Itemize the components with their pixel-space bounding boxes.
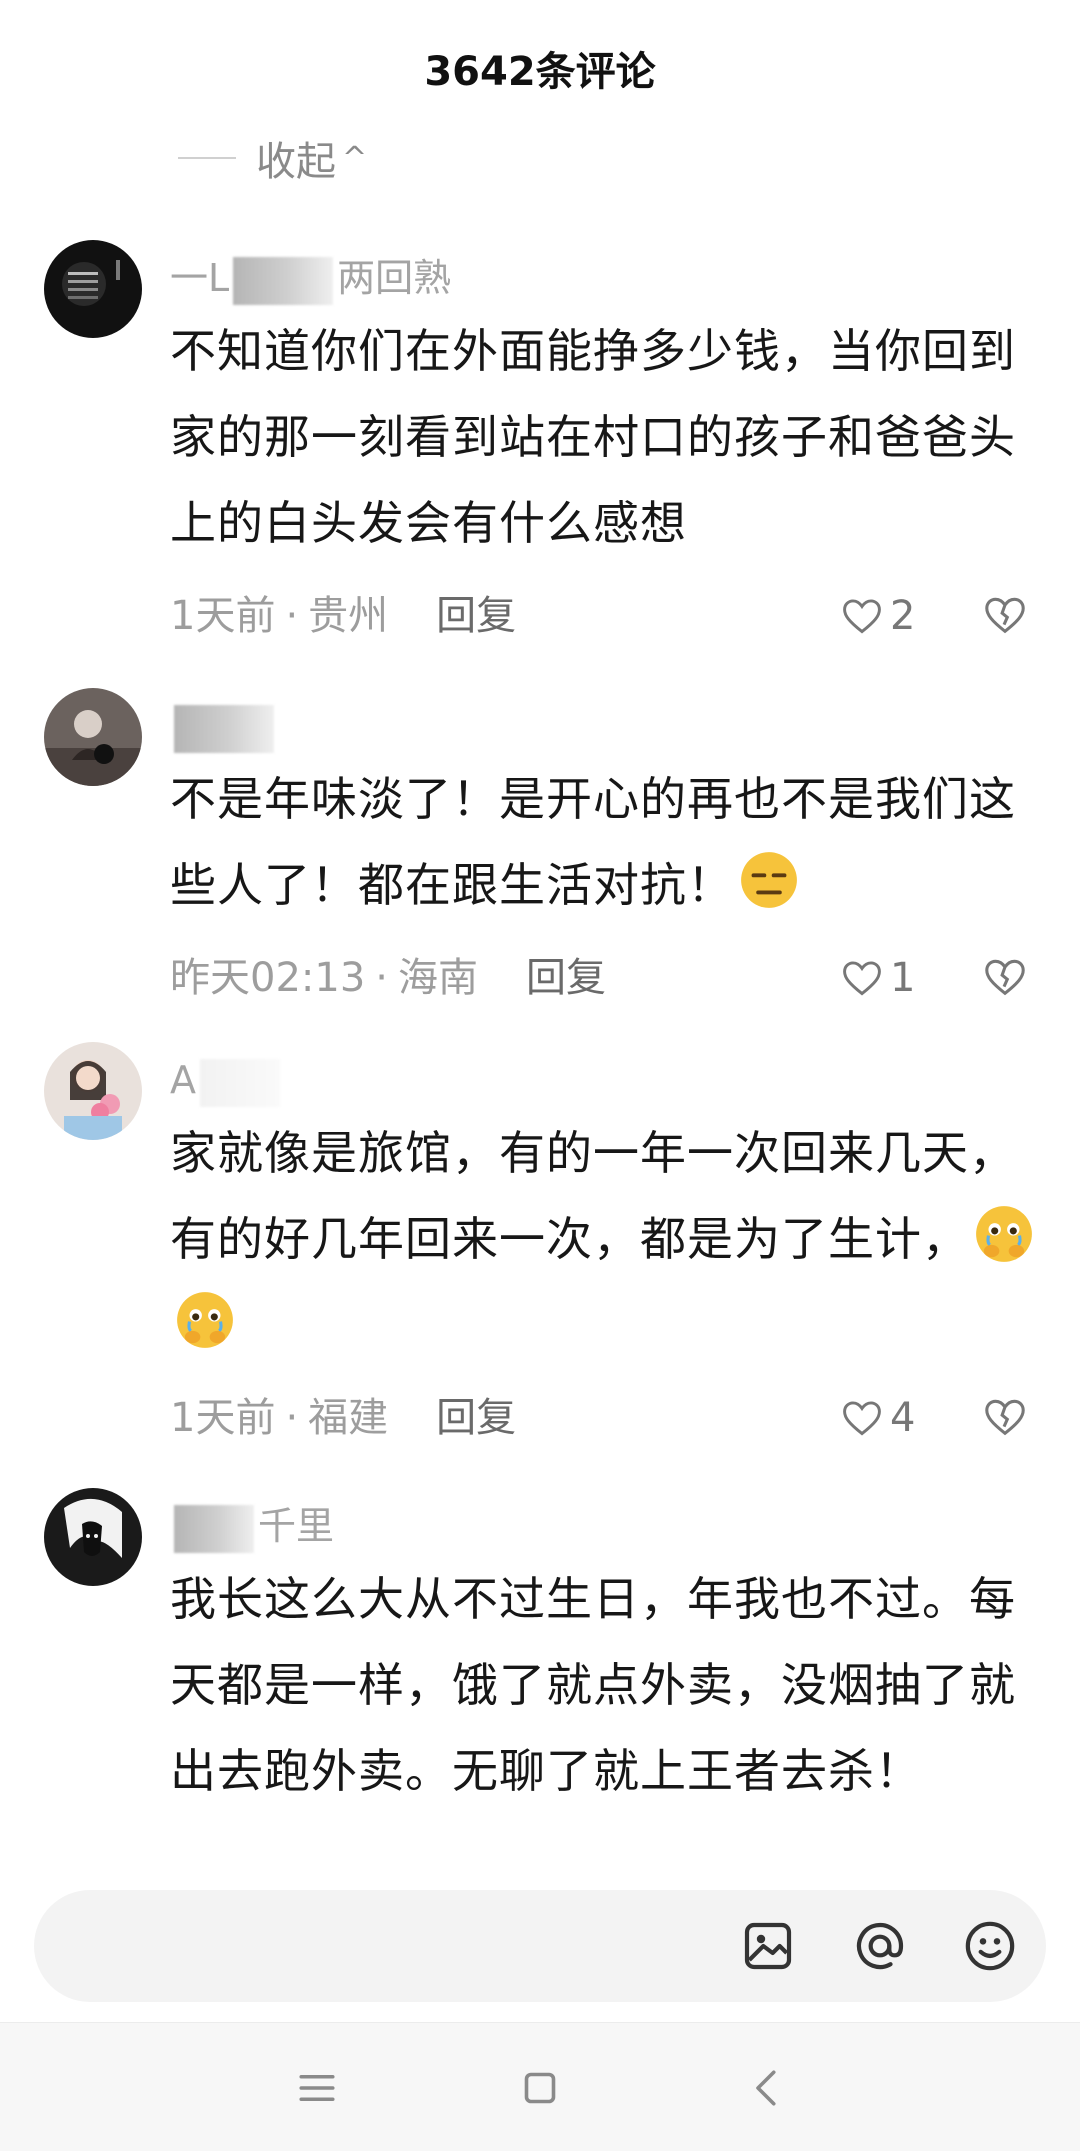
image-icon[interactable] — [740, 1918, 796, 1974]
heart-icon — [843, 961, 881, 996]
broken-heart-icon[interactable] — [982, 954, 1028, 1000]
username[interactable]: A — [170, 1056, 284, 1107]
username[interactable]: 千里 — [170, 1502, 334, 1553]
comments-page: 3642条评论 收起 ^ 一L 两回熟 不知道你们在外面能挣多少钱，当你回到家的那… — [0, 0, 1080, 2151]
scroll-fade — [0, 1840, 1080, 1880]
system-nav-bar — [0, 2022, 1080, 2151]
blurred-username — [174, 704, 274, 753]
comment-meta: 1天前 · 贵州 回复 — [170, 588, 516, 644]
home-icon — [524, 2072, 556, 2104]
unamused-face-emoji — [738, 849, 800, 911]
comment-text: 不是年味淡了！是开心的再也不是我们这些人了！都在跟生活对抗！ — [170, 756, 1040, 928]
like-button[interactable]: 1 — [840, 950, 915, 1006]
avatar[interactable] — [44, 240, 142, 338]
username-prefix: 一L — [170, 256, 230, 300]
reply-button[interactable]: 回复 — [436, 1390, 516, 1446]
comment-text: 家就像是旅馆，有的一年一次回来几天，有的好几年回来一次，都是为了生计， — [170, 1110, 1040, 1368]
comment-location: 海南 — [398, 955, 478, 1001]
comment-text: 不知道你们在外面能挣多少钱，当你回到家的那一刻看到站在村口的孩子和爸爸头上的白头… — [170, 324, 1016, 550]
broken-heart-icon[interactable] — [982, 1394, 1028, 1440]
heart-icon — [843, 1401, 881, 1436]
comment-time: 1天前 — [170, 1395, 276, 1441]
avatar[interactable] — [44, 688, 142, 786]
avatar[interactable] — [44, 1488, 142, 1586]
comment-input-placeholder — [70, 1914, 430, 1976]
home-button[interactable] — [513, 2061, 567, 2115]
like-button[interactable]: 2 — [840, 588, 915, 644]
comment-body: 不是年味淡了！是开心的再也不是我们这些人了！都在跟生活对抗！ — [170, 772, 1016, 912]
blurred-username — [200, 1058, 280, 1107]
username-prefix: A — [170, 1058, 196, 1102]
meta-separator: · — [375, 955, 388, 1001]
reply-button[interactable]: 回复 — [526, 950, 606, 1006]
collapse-label: 收起 — [256, 139, 336, 185]
comment-location: 福建 — [308, 1395, 389, 1441]
back-icon — [756, 2070, 776, 2106]
username[interactable]: 一L 两回熟 — [170, 254, 451, 305]
holding-back-tears-emoji — [174, 1289, 236, 1351]
meta-separator: · — [285, 593, 299, 639]
like-count: 2 — [890, 593, 916, 639]
back-button[interactable] — [740, 2061, 794, 2115]
collapse-replies-button[interactable]: 收起 ^ — [178, 128, 367, 188]
heart-icon — [843, 599, 881, 634]
blurred-username — [174, 1504, 254, 1553]
at-icon[interactable] — [852, 1918, 908, 1974]
like-count: 1 — [890, 955, 916, 1001]
chevron-up-icon: ^ — [342, 140, 368, 176]
username-suffix: 两回熟 — [337, 256, 452, 300]
divider-line — [178, 157, 236, 159]
holding-back-tears-emoji — [973, 1203, 1035, 1265]
username-suffix: 千里 — [258, 1504, 335, 1548]
emoji-icon[interactable] — [962, 1918, 1018, 1974]
comment-text: 我长这么大从不过生日，年我也不过。每天都是一样，饿了就点外卖，没烟抽了就出去跑外… — [170, 1572, 1016, 1798]
comment-body: 家就像是旅馆，有的一年一次回来几天，有的好几年回来一次，都是为了生计， — [170, 1126, 1016, 1266]
broken-heart-icon[interactable] — [982, 592, 1028, 638]
comment-time: 1天前 — [170, 593, 276, 639]
menu-button[interactable] — [290, 2061, 344, 2115]
comment-input[interactable] — [34, 1890, 1046, 2002]
comment-meta: 1天前 · 福建 回复 — [170, 1390, 516, 1446]
comment-meta: 昨天02:13 · 海南 回复 — [170, 950, 606, 1006]
meta-separator: · — [285, 1395, 299, 1441]
comment-time: 昨天02:13 — [170, 955, 366, 1001]
reply-button[interactable]: 回复 — [436, 588, 516, 644]
username[interactable] — [170, 702, 278, 753]
avatar[interactable] — [44, 1042, 142, 1140]
blurred-username — [233, 256, 334, 305]
menu-icon — [299, 2074, 335, 2102]
comment-location: 贵州 — [308, 593, 389, 639]
page-title: 3642条评论 — [424, 49, 656, 95]
like-count: 4 — [890, 1395, 916, 1441]
like-button[interactable]: 4 — [840, 1390, 915, 1446]
